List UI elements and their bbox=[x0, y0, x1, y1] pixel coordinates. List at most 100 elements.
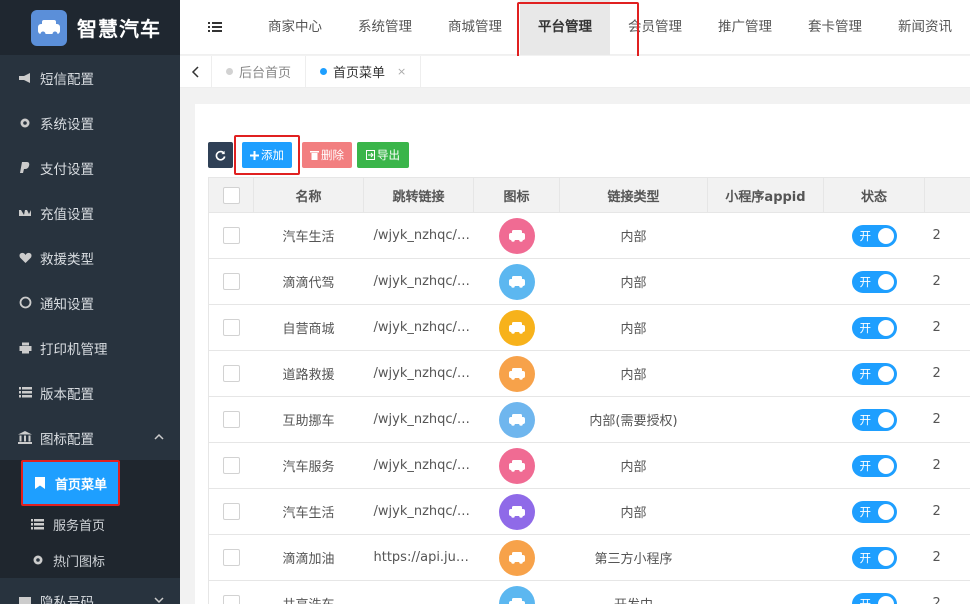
icon-cell bbox=[473, 580, 560, 604]
sidebar-item[interactable]: 支付设置 bbox=[0, 145, 180, 190]
add-button-highlight: 添加 bbox=[234, 135, 300, 175]
tab-home[interactable]: 后台首页 bbox=[212, 55, 307, 88]
status-toggle[interactable]: 开 bbox=[851, 500, 897, 523]
sidebar: 智慧汽车 短信配置 系统设置 支付设置充值设置救援类型通知设置打印机管理版本配置 图标… bbox=[0, 0, 180, 604]
delete-button-label: 删除 bbox=[321, 148, 344, 162]
tabs-back-button[interactable] bbox=[180, 55, 212, 88]
tab-dot bbox=[226, 68, 233, 75]
refresh-button[interactable] bbox=[208, 142, 233, 168]
row-checkbox[interactable] bbox=[222, 549, 240, 566]
top-nav: 商家中心 系统管理 商城管理 平台管理 会员管理 推广管理 套卡管理 新闻资讯 bbox=[180, 0, 970, 61]
submenu-item-label: 热门图标 bbox=[53, 554, 106, 570]
delete-button[interactable]: 删除 bbox=[302, 142, 352, 168]
status-toggle[interactable]: 开 bbox=[851, 408, 897, 431]
link-cell: /wjyk_nzhqc/… bbox=[363, 442, 474, 489]
extra-cell: 2 bbox=[924, 534, 970, 581]
sidebar-item[interactable]: 救援类型 bbox=[0, 235, 180, 280]
row-checkbox[interactable] bbox=[222, 595, 240, 604]
top-nav-tab[interactable]: 新闻资讯 bbox=[880, 0, 970, 55]
status-toggle[interactable]: 开 bbox=[851, 592, 897, 604]
table-row: 滴滴加油 https://api.jut… 第三方小程序 开 2 bbox=[208, 534, 970, 581]
link-cell: /wjyk_nzhqc/… bbox=[363, 488, 474, 535]
add-button[interactable]: 添加 bbox=[242, 142, 292, 168]
sidebar-item[interactable]: 系统设置 bbox=[0, 100, 180, 145]
column-header: 状态 bbox=[823, 177, 925, 213]
bookmark-icon bbox=[33, 477, 46, 490]
bank-icon bbox=[18, 431, 32, 445]
submenu-item[interactable]: 热门图标 bbox=[0, 542, 180, 578]
top-nav-tab[interactable]: 系统管理 bbox=[340, 0, 430, 55]
row-checkbox[interactable] bbox=[222, 411, 240, 428]
sidebar-item[interactable]: 版本配置 bbox=[0, 370, 180, 415]
export-button[interactable]: 导出 bbox=[357, 142, 409, 168]
content-card: 添加 删除 导出 名称 跳转链接 图标 链接类型 小程序appid 状态 汽车生… bbox=[195, 104, 970, 604]
row-checkbox[interactable] bbox=[222, 273, 240, 290]
status-toggle[interactable]: 开 bbox=[851, 454, 897, 477]
print-icon bbox=[18, 341, 32, 355]
sidebar-item[interactable]: 充值设置 bbox=[0, 190, 180, 235]
status-toggle[interactable]: 开 bbox=[851, 224, 897, 247]
status-toggle[interactable]: 开 bbox=[851, 316, 897, 339]
sidebar-item[interactable]: 通知设置 bbox=[0, 280, 180, 325]
icon-cell bbox=[473, 534, 560, 581]
sidebar-item[interactable]: 短信配置 bbox=[0, 55, 180, 100]
row-select-cell bbox=[208, 534, 254, 581]
icon-cell bbox=[473, 488, 560, 535]
sidebar-item-label: 救援类型 bbox=[40, 251, 94, 268]
tab-home-menu[interactable]: 首页菜单 × bbox=[306, 55, 422, 88]
status-cell: 开 bbox=[823, 534, 925, 581]
top-nav-tab[interactable]: 推广管理 bbox=[700, 0, 790, 55]
icon-cell bbox=[473, 304, 560, 351]
row-checkbox[interactable] bbox=[222, 457, 240, 474]
type-cell: 内部 bbox=[559, 442, 708, 489]
driver-icon bbox=[498, 263, 535, 300]
row-checkbox[interactable] bbox=[222, 227, 240, 244]
appid-cell bbox=[707, 304, 824, 351]
plus-icon bbox=[250, 150, 259, 160]
toggle-label: 开 bbox=[859, 504, 872, 519]
table-row: 滴滴代驾/wjyk_nzhqc/… 内部 开 2 bbox=[208, 258, 970, 305]
row-checkbox[interactable] bbox=[222, 365, 240, 382]
add-button-label: 添加 bbox=[261, 148, 284, 162]
close-icon[interactable]: × bbox=[397, 65, 406, 78]
toggle-label: 开 bbox=[859, 458, 872, 473]
sidebar-item-label: 打印机管理 bbox=[40, 341, 108, 358]
type-cell: 内部 bbox=[559, 488, 708, 535]
status-toggle[interactable]: 开 bbox=[851, 270, 897, 293]
name-cell: 滴滴加油 bbox=[253, 534, 364, 581]
name-cell: 汽车生活 bbox=[253, 488, 364, 535]
top-nav-tab[interactable]: 会员管理 bbox=[610, 0, 700, 55]
row-checkbox[interactable] bbox=[222, 319, 240, 336]
submenu-item[interactable]: 首页菜单 bbox=[21, 460, 120, 506]
toggle-knob bbox=[877, 503, 894, 520]
logo-bar: 智慧汽车 bbox=[0, 0, 180, 55]
top-nav-tab[interactable]: 商家中心 bbox=[250, 0, 340, 55]
top-nav-tab[interactable]: 平台管理 bbox=[517, 0, 639, 61]
top-nav-tab[interactable]: 套卡管理 bbox=[790, 0, 880, 55]
row-select-cell bbox=[208, 442, 254, 489]
export-icon bbox=[366, 150, 375, 160]
sidebar-item[interactable]: 打印机管理 bbox=[0, 325, 180, 370]
table-row: 共享洗车 开发中开 2 bbox=[208, 580, 970, 604]
table-row: 汽车生活/wjyk_nzhqc/… 内部 开 2 bbox=[208, 212, 970, 259]
heart-icon bbox=[18, 251, 32, 265]
menu-toggle-button[interactable] bbox=[180, 21, 250, 33]
status-cell: 开 bbox=[823, 580, 925, 604]
menu-table: 名称 跳转链接 图标 链接类型 小程序appid 状态 汽车生活/wjyk_nz… bbox=[208, 177, 970, 604]
sidebar-item-label: 通知设置 bbox=[40, 296, 94, 313]
submenu-item[interactable]: 服务首页 bbox=[0, 506, 180, 542]
chevron-up-icon bbox=[154, 433, 164, 440]
top-nav-tab[interactable]: 商城管理 bbox=[430, 0, 520, 55]
sidebar-item-privacy-number[interactable]: 隐私号码 bbox=[0, 578, 180, 604]
status-toggle[interactable]: 开 bbox=[851, 362, 897, 385]
table-header-row: 名称 跳转链接 图标 链接类型 小程序appid 状态 bbox=[208, 177, 970, 213]
row-checkbox[interactable] bbox=[222, 503, 240, 520]
link-cell: https://api.jut… bbox=[363, 534, 474, 581]
sidebar-item-label: 充值设置 bbox=[40, 206, 94, 223]
tab-dot bbox=[320, 68, 328, 75]
table-row: 互助挪车/wjyk_nzhqc/… 内部(需要授权) 开 2 bbox=[208, 396, 970, 443]
select-all-cell bbox=[208, 177, 254, 213]
status-toggle[interactable]: 开 bbox=[851, 546, 897, 569]
select-all-checkbox[interactable] bbox=[222, 186, 240, 204]
sidebar-item[interactable]: 图标配置 bbox=[0, 415, 180, 460]
